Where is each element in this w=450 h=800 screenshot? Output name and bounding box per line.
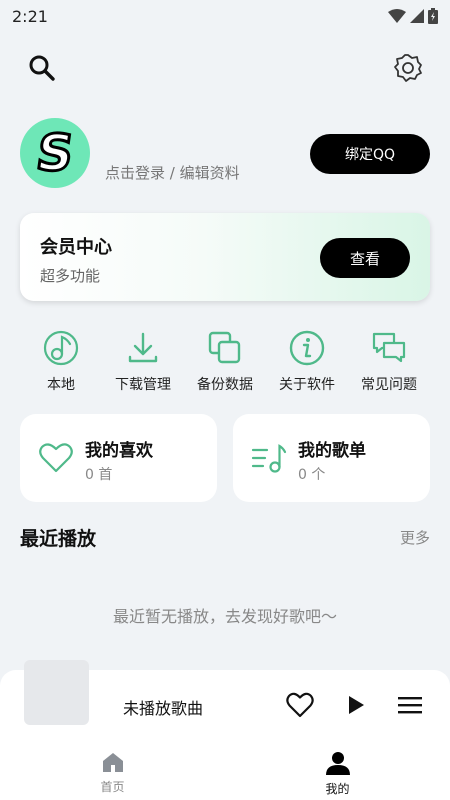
card-count: 0 首 <box>85 467 113 483</box>
info-icon <box>289 330 325 366</box>
battery-icon <box>428 8 438 24</box>
card-count: 0 个 <box>298 467 326 483</box>
person-icon <box>325 752 350 775</box>
quick-action-local[interactable]: 本地 <box>20 328 102 398</box>
vip-title: 会员中心 <box>40 237 112 258</box>
my-favorites-card[interactable]: 我的喜欢 0 首 <box>20 414 217 502</box>
settings-button[interactable] <box>388 48 428 88</box>
home-icon <box>102 753 123 772</box>
bind-qq-button[interactable]: 绑定QQ <box>310 134 430 174</box>
quick-action-faq[interactable]: 常见问题 <box>348 328 430 398</box>
play-button[interactable] <box>341 690 371 720</box>
quick-action-label: 备份数据 <box>197 377 253 393</box>
playlist-icon <box>251 444 287 473</box>
menu-icon <box>398 697 422 714</box>
copy-icon <box>208 331 241 364</box>
heart-icon <box>39 443 73 473</box>
section-title: 最近播放 <box>20 527 97 550</box>
card-title: 我的喜欢 <box>85 441 153 461</box>
top-bar <box>22 48 428 88</box>
quick-actions: 本地 下载管理 备份数据 关于软件 常见问题 <box>20 328 430 398</box>
search-button[interactable] <box>22 48 62 88</box>
heart-outline-icon <box>286 692 314 718</box>
nav-label: 我的 <box>325 782 350 796</box>
profile-section: S 点击登录 / 编辑资料 绑定QQ <box>20 118 430 190</box>
quick-action-backup[interactable]: 备份数据 <box>184 328 266 398</box>
signal-icon <box>410 9 424 23</box>
status-icons <box>388 8 438 24</box>
quick-action-about[interactable]: 关于软件 <box>266 328 348 398</box>
nav-home[interactable]: 首页 <box>0 740 225 800</box>
empty-state-text: 最近暂无播放，去发现好歌吧～ <box>112 607 337 626</box>
wifi-icon <box>388 9 406 23</box>
gear-icon <box>394 54 422 82</box>
quick-action-label: 本地 <box>47 377 75 393</box>
vip-subtitle: 超多功能 <box>40 267 101 285</box>
vip-view-button[interactable]: 查看 <box>320 238 410 278</box>
more-link[interactable]: 更多 <box>400 527 430 548</box>
nav-label: 首页 <box>100 780 125 794</box>
recent-section-header: 最近播放 更多 <box>20 522 430 552</box>
search-icon <box>29 55 55 81</box>
chat-bubbles-icon <box>372 332 406 363</box>
card-title: 我的歌单 <box>298 441 366 461</box>
status-time: 2:21 <box>12 6 48 26</box>
mini-player[interactable]: 未播放歌曲 <box>0 660 450 740</box>
avatar[interactable]: S <box>20 118 90 188</box>
quick-action-label: 常见问题 <box>361 377 417 393</box>
status-bar: 2:21 <box>0 0 450 32</box>
vip-center-card[interactable]: 会员中心 超多功能 查看 <box>20 213 430 301</box>
nav-mine[interactable]: 我的 <box>225 740 450 800</box>
quick-action-label: 下载管理 <box>115 377 171 393</box>
like-button[interactable] <box>285 690 315 720</box>
quick-action-downloads[interactable]: 下载管理 <box>102 328 184 398</box>
play-icon <box>349 696 364 714</box>
bottom-nav: 首页 我的 <box>0 740 450 800</box>
login-edit-profile-link[interactable]: 点击登录 / 编辑资料 <box>105 162 240 183</box>
album-cover[interactable] <box>24 660 89 725</box>
library-cards: 我的喜欢 0 首 我的歌单 0 个 <box>20 414 430 502</box>
download-icon <box>128 332 158 363</box>
player-song-title: 未播放歌曲 <box>123 699 204 718</box>
playlist-queue-button[interactable] <box>395 690 425 720</box>
my-playlists-card[interactable]: 我的歌单 0 个 <box>233 414 430 502</box>
avatar-letter: S <box>31 123 78 184</box>
music-note-icon <box>43 330 79 366</box>
quick-action-label: 关于软件 <box>279 377 335 393</box>
